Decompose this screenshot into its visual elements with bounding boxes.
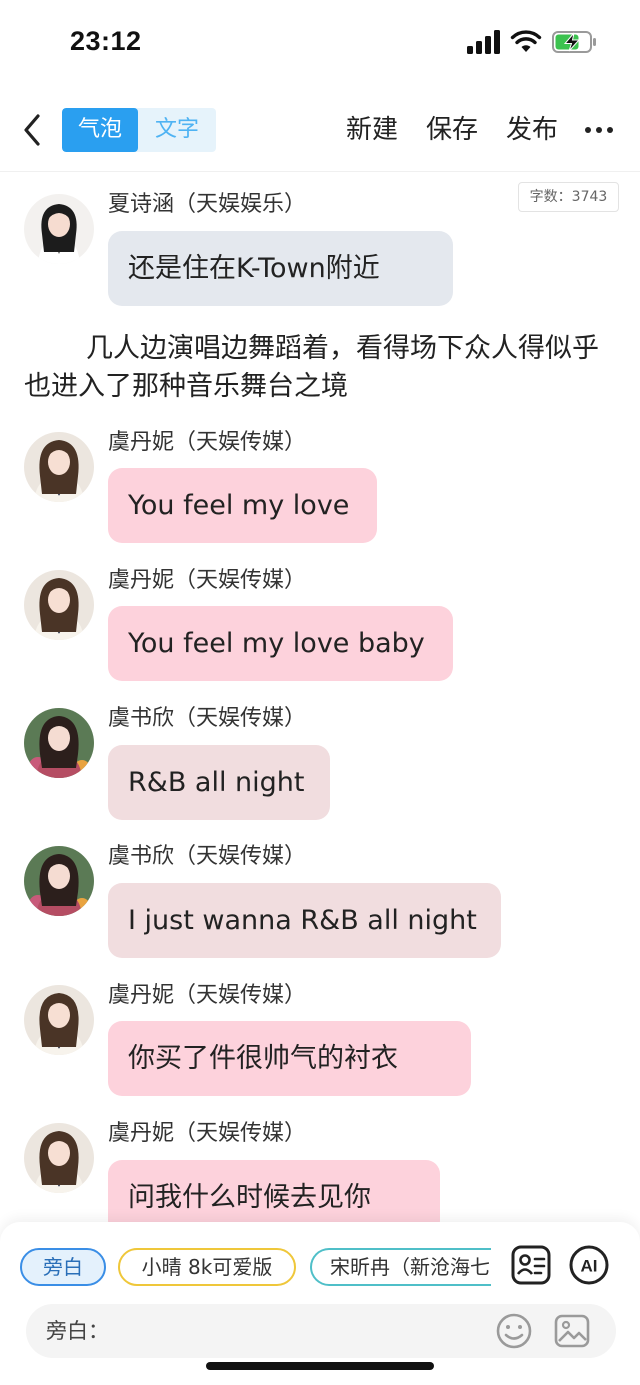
battery-charging-icon	[552, 31, 596, 53]
avatar[interactable]	[24, 846, 94, 916]
avatar[interactable]	[24, 708, 94, 778]
avatar[interactable]	[24, 194, 94, 264]
tab-text-mode[interactable]: 文字	[138, 108, 216, 152]
role-chip-song[interactable]: 宋昕冉（新沧海七	[310, 1248, 491, 1286]
message-bubble[interactable]: I just wanna R&B all night	[108, 883, 501, 958]
message-bubble[interactable]: You feel my love	[108, 468, 377, 543]
signal-icon	[467, 30, 500, 54]
message-sender: 虞丹妮（天娱传媒）	[108, 430, 307, 455]
avatar[interactable]	[24, 432, 94, 502]
message-sender: 虞书欣（天娱传媒）	[108, 844, 307, 869]
ai-label: AI	[581, 1257, 598, 1276]
message-sender: 虞丹妮（天娱传媒）	[108, 1121, 307, 1146]
word-count-badge: 字数：3743	[518, 182, 619, 212]
ai-icon[interactable]: AI	[568, 1244, 610, 1286]
image-icon[interactable]	[552, 1311, 592, 1351]
emoji-icon[interactable]	[494, 1311, 534, 1351]
avatar[interactable]	[24, 570, 94, 640]
role-chip-xiaoqing[interactable]: 小晴 8k可爱版	[118, 1248, 296, 1286]
input-bar	[26, 1304, 616, 1358]
wifi-icon	[510, 30, 542, 52]
message-bubble[interactable]: 你买了件很帅气的衬衣	[108, 1021, 471, 1096]
status-time: 23:12	[70, 26, 142, 56]
chevron-left-icon[interactable]	[18, 110, 46, 150]
message-input[interactable]	[46, 1311, 466, 1351]
message-bubble[interactable]: R&B all night	[108, 745, 330, 820]
message-sender: 虞书欣（天娱传媒）	[108, 706, 307, 731]
mode-toggle: 气泡 文字	[62, 108, 216, 152]
nav-bar: 气泡 文字 新建 保存 发布	[0, 92, 640, 172]
bottom-panel: 旁白 小晴 8k可爱版 宋昕冉（新沧海七 AI	[0, 1222, 640, 1385]
narration-text[interactable]: 几人边演唱边舞蹈着，看得场下众人得似乎也进入了那种音乐舞台之境	[24, 330, 620, 406]
message-bubble[interactable]: 还是住在K-Town附近	[108, 231, 453, 306]
status-bar: 23:12	[0, 0, 640, 88]
message-bubble[interactable]: You feel my love baby	[108, 606, 453, 681]
save-button[interactable]: 保存	[426, 112, 478, 148]
new-button[interactable]: 新建	[346, 112, 398, 148]
tab-bubble-mode[interactable]: 气泡	[62, 108, 138, 152]
message-sender: 虞丹妮（天娱传媒）	[108, 983, 307, 1008]
publish-button[interactable]: 发布	[506, 112, 558, 148]
status-icons	[466, 30, 606, 56]
home-indicator[interactable]	[206, 1362, 434, 1370]
contact-card-icon[interactable]	[510, 1244, 552, 1286]
avatar[interactable]	[24, 1123, 94, 1193]
role-chip-narrator[interactable]: 旁白	[20, 1248, 106, 1286]
avatar[interactable]	[24, 985, 94, 1055]
message-sender: 夏诗涵（天娱娱乐）	[108, 192, 307, 217]
more-horizontal-icon[interactable]	[584, 118, 614, 142]
message-sender: 虞丹妮（天娱传媒）	[108, 568, 307, 593]
